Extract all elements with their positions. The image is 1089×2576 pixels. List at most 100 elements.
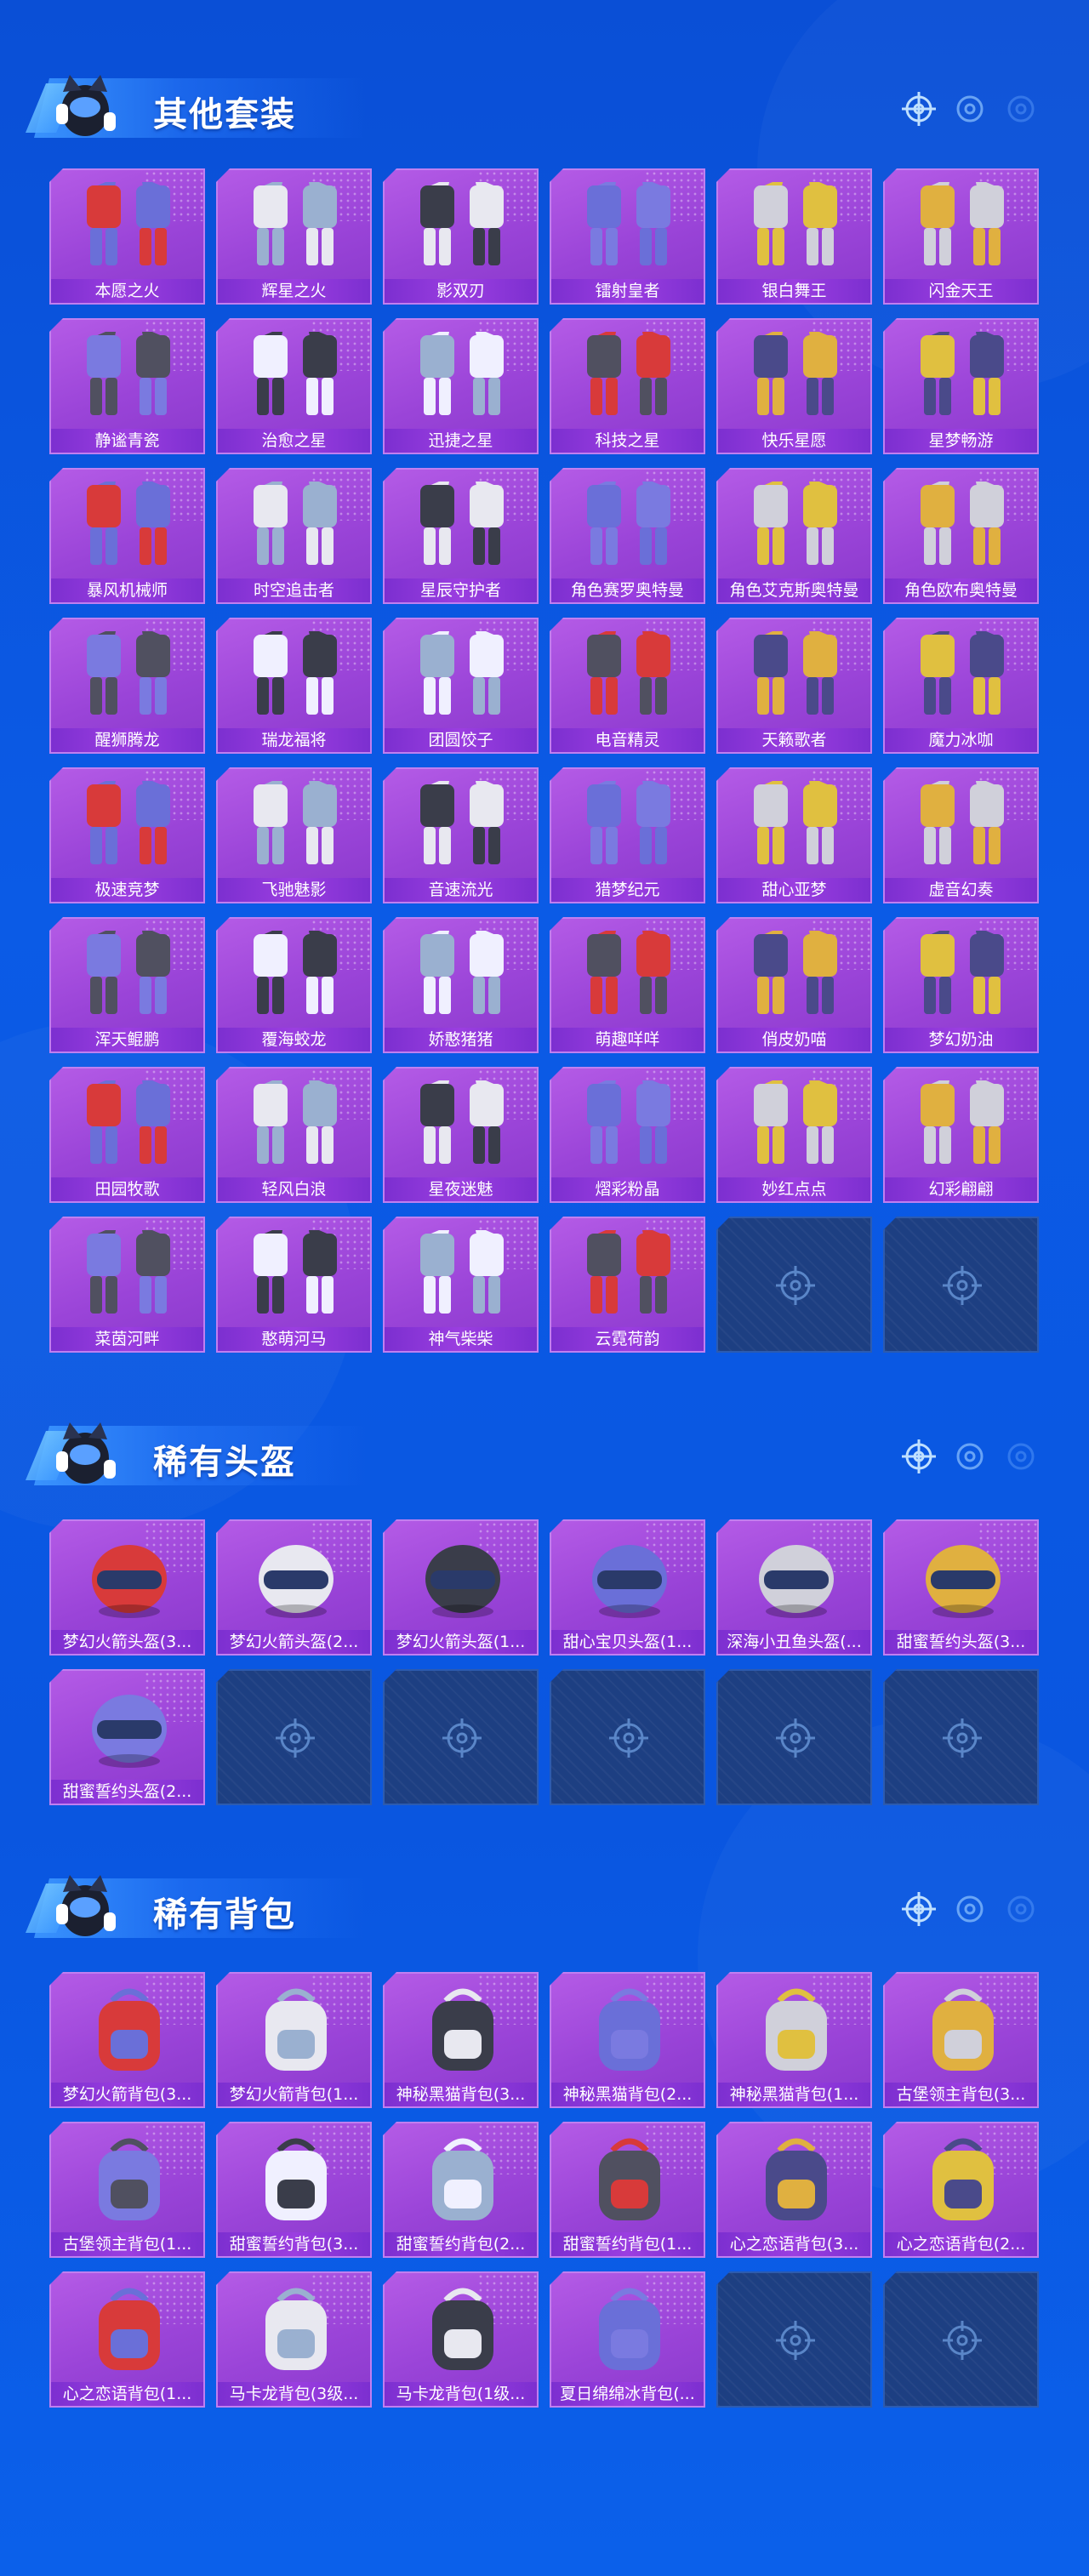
item-card[interactable]: 静谧青瓷 — [49, 318, 205, 454]
item-card[interactable]: 本愿之火 — [49, 168, 205, 305]
item-card[interactable]: 角色欧布奥特曼 — [883, 468, 1039, 604]
item-card[interactable]: 萌趣咩咩 — [550, 917, 705, 1053]
item-card[interactable]: 梦幻火箭头盔(3... — [49, 1519, 205, 1656]
item-card[interactable]: 神气柴柴 — [383, 1217, 539, 1353]
item-label: 快乐星愿 — [718, 429, 870, 453]
outfit-icon — [254, 332, 337, 415]
item-card[interactable]: 科技之星 — [550, 318, 705, 454]
crosshair-icon — [902, 1892, 1035, 1926]
item-card[interactable]: 甜蜜誓约头盔(2... — [49, 1669, 205, 1805]
item-card[interactable]: 镭射皇者 — [550, 168, 705, 305]
item-card[interactable]: 心之恋语背包(1... — [49, 2271, 205, 2408]
item-card[interactable]: 治愈之星 — [216, 318, 372, 454]
item-card[interactable]: 深海小丑鱼头盔(... — [716, 1519, 872, 1656]
item-card[interactable]: 田园牧歌 — [49, 1067, 205, 1203]
item-card[interactable]: 猎梦纪元 — [550, 767, 705, 903]
item-label: 古堡领主背包(1... — [51, 2232, 203, 2256]
outfit-icon — [420, 1080, 504, 1164]
item-label: 天籁歌者 — [718, 728, 870, 752]
item-card[interactable]: 醒狮腾龙 — [49, 618, 205, 754]
item-card[interactable]: 音速流光 — [383, 767, 539, 903]
item-card[interactable]: 星梦畅游 — [883, 318, 1039, 454]
item-label: 心之恋语背包(2... — [885, 2232, 1037, 2256]
outfit-icon — [921, 182, 1004, 265]
item-label: 妙红点点 — [718, 1177, 870, 1201]
item-card[interactable]: 瑞龙福将 — [216, 618, 372, 754]
item-card[interactable]: 时空追击者 — [216, 468, 372, 604]
item-card[interactable]: 快乐星愿 — [716, 318, 872, 454]
item-label: 团圆饺子 — [385, 728, 537, 752]
item-card[interactable]: 马卡龙背包(1级... — [383, 2271, 539, 2408]
item-label: 星夜迷魅 — [385, 1177, 537, 1201]
item-card[interactable]: 甜心宝贝头盔(1... — [550, 1519, 705, 1656]
item-card[interactable]: 甜心亚梦 — [716, 767, 872, 903]
item-card[interactable]: 轻风白浪 — [216, 1067, 372, 1203]
item-card[interactable]: 古堡领主背包(3... — [883, 1972, 1039, 2108]
item-card[interactable]: 浑天鲲鹏 — [49, 917, 205, 1053]
mascot-icon — [56, 1875, 116, 1936]
item-card[interactable]: 角色赛罗奥特曼 — [550, 468, 705, 604]
item-card[interactable]: 甜蜜誓约背包(2... — [383, 2122, 539, 2258]
item-card[interactable]: 魔力冰咖 — [883, 618, 1039, 754]
item-label: 覆海蛟龙 — [218, 1028, 370, 1051]
item-card[interactable]: 菜茵河畔 — [49, 1217, 205, 1353]
item-card[interactable]: 影双刃 — [383, 168, 539, 305]
item-card[interactable]: 甜蜜誓约背包(1... — [550, 2122, 705, 2258]
backpack-icon — [432, 1988, 493, 2071]
outfit-icon — [254, 781, 337, 864]
item-label: 轻风白浪 — [218, 1177, 370, 1201]
item-card[interactable]: 飞驰魅影 — [216, 767, 372, 903]
item-label: 甜蜜誓约头盔(2... — [51, 1780, 203, 1804]
item-card[interactable]: 梦幻火箭头盔(1... — [383, 1519, 539, 1656]
item-card[interactable]: 神秘黑猫背包(3... — [383, 1972, 539, 2108]
item-card[interactable]: 俏皮奶喵 — [716, 917, 872, 1053]
item-card[interactable]: 辉星之火 — [216, 168, 372, 305]
outfit-icon — [254, 631, 337, 715]
item-card[interactable]: 熠彩粉晶 — [550, 1067, 705, 1203]
item-card[interactable]: 甜蜜誓约背包(3... — [216, 2122, 372, 2258]
item-card[interactable]: 憨萌河马 — [216, 1217, 372, 1353]
item-card[interactable]: 梦幻奶油 — [883, 917, 1039, 1053]
item-card[interactable]: 覆海蛟龙 — [216, 917, 372, 1053]
item-card[interactable]: 团圆饺子 — [383, 618, 539, 754]
item-card[interactable]: 梦幻火箭头盔(2... — [216, 1519, 372, 1656]
item-card[interactable]: 马卡龙背包(3级... — [216, 2271, 372, 2408]
empty-slot — [716, 1669, 872, 1805]
item-card[interactable]: 星夜迷魅 — [383, 1067, 539, 1203]
item-card[interactable]: 梦幻火箭背包(1... — [216, 1972, 372, 2108]
outfit-icon — [87, 781, 170, 864]
empty-slot — [883, 1217, 1039, 1353]
item-card[interactable]: 迅捷之星 — [383, 318, 539, 454]
item-card[interactable]: 古堡领主背包(1... — [49, 2122, 205, 2258]
item-card[interactable]: 幻彩翩翩 — [883, 1067, 1039, 1203]
item-card[interactable]: 角色艾克斯奥特曼 — [716, 468, 872, 604]
outfit-icon — [754, 1080, 837, 1164]
outfit-icon — [420, 931, 504, 1014]
item-label: 熠彩粉晶 — [551, 1177, 704, 1201]
item-card[interactable]: 心之恋语背包(3... — [716, 2122, 872, 2258]
item-card[interactable]: 暴风机械师 — [49, 468, 205, 604]
item-card[interactable]: 虚音幻奏 — [883, 767, 1039, 903]
item-card[interactable]: 夏日绵绵冰背包(... — [550, 2271, 705, 2408]
item-card[interactable]: 云霓荷韵 — [550, 1217, 705, 1353]
item-card[interactable]: 心之恋语背包(2... — [883, 2122, 1039, 2258]
item-card[interactable]: 极速竞梦 — [49, 767, 205, 903]
item-card[interactable]: 闪金天王 — [883, 168, 1039, 305]
item-card[interactable]: 神秘黑猫背包(2... — [550, 1972, 705, 2108]
item-card[interactable]: 星辰守护者 — [383, 468, 539, 604]
item-card[interactable]: 娇憨猪猪 — [383, 917, 539, 1053]
item-card[interactable]: 甜蜜誓约头盔(3... — [883, 1519, 1039, 1656]
empty-slot — [883, 1669, 1039, 1805]
item-card[interactable]: 妙红点点 — [716, 1067, 872, 1203]
backpack-icon — [265, 2288, 327, 2370]
outfit-icon — [87, 931, 170, 1014]
item-card[interactable]: 神秘黑猫背包(1... — [716, 1972, 872, 2108]
item-card[interactable]: 电音精灵 — [550, 618, 705, 754]
item-card[interactable]: 梦幻火箭背包(3... — [49, 1972, 205, 2108]
item-card[interactable]: 银白舞王 — [716, 168, 872, 305]
outfit-icon — [754, 332, 837, 415]
item-label: 暴风机械师 — [51, 578, 203, 602]
item-card[interactable]: 天籁歌者 — [716, 618, 872, 754]
crosshair-icon — [943, 1718, 982, 1758]
outfit-icon — [254, 1230, 337, 1314]
